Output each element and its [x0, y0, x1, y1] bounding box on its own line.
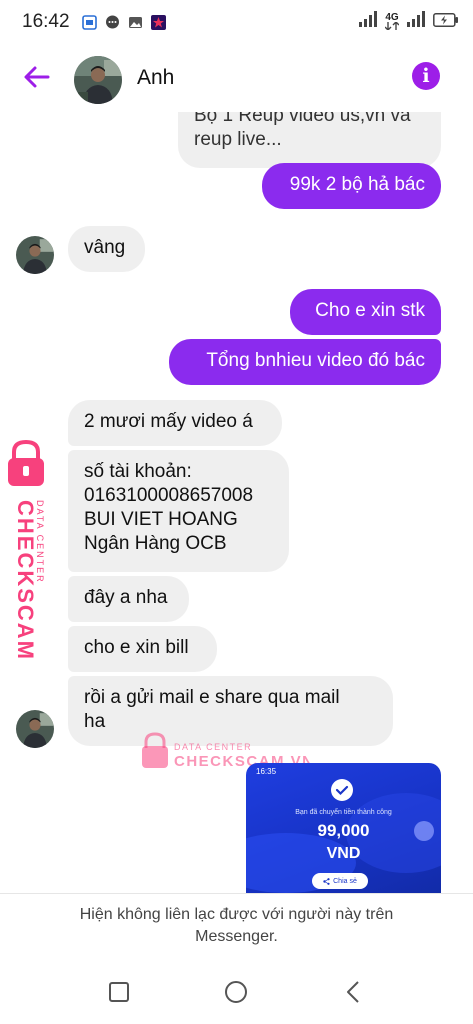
watermark-checkscam-text: CHECKSCAM.VN: [13, 500, 38, 660]
message-bubble-incoming[interactable]: đây a nha: [68, 576, 189, 622]
message-text: vâng: [84, 237, 126, 258]
app-notification-icon: [81, 14, 97, 30]
success-check-icon: [331, 779, 353, 801]
message-text: đây a nha: [84, 587, 168, 608]
receipt-amount: 99,000: [317, 821, 370, 840]
network-indicator: 4G: [384, 12, 400, 32]
gallery-notification-icon: [128, 15, 143, 30]
watermark-datacenter-text: DATA CENTER: [174, 742, 252, 752]
message-bubble-outgoing[interactable]: Cho e xin stk: [290, 289, 441, 335]
message-text-line: rồi a gửi mail e share qua mail: [84, 687, 340, 708]
message-text-line: Ngân Hàng OCB: [84, 533, 227, 554]
star-app-icon: [150, 14, 166, 30]
conversation-header: Anh i: [0, 44, 473, 112]
signal-2-icon: [407, 11, 425, 33]
message-text: Tổng bnhieu video đó bác: [206, 350, 425, 371]
status-time: 16:42: [22, 11, 70, 32]
system-navigation-bar: [0, 960, 473, 1024]
message-text: 2 mươi mấy video á: [84, 411, 253, 432]
status-bar: 16:42 4G: [0, 0, 473, 44]
signal-icon: [359, 11, 377, 33]
message-bubble-incoming[interactable]: số tài khoản: 0163100008657008 BUI VIET …: [68, 450, 289, 572]
watermark-datacenter-text: DATA CENTER: [35, 500, 45, 584]
receipt-image[interactable]: 16:35 Bạn đã chuyển tiền thành công 99,0…: [246, 763, 441, 893]
info-icon[interactable]: i: [412, 62, 440, 90]
home-icon[interactable]: [224, 980, 248, 1004]
unavailable-notice-text: Hiện không liên lạc được với người này t…: [79, 905, 394, 945]
message-bubble-outgoing[interactable]: Tổng bnhieu video đó bác: [169, 339, 441, 385]
message-text: cho e xin bill: [84, 637, 189, 658]
message-bubble-outgoing[interactable]: 99k 2 bộ hả bác: [262, 163, 441, 209]
message-bubble-incoming[interactable]: Bộ 1 Reup video us,vn và reup live...: [178, 112, 441, 168]
sender-avatar[interactable]: [16, 236, 54, 274]
contact-avatar[interactable]: [74, 56, 122, 104]
message-text: Cho e xin stk: [315, 300, 425, 321]
back-nav-icon[interactable]: [342, 980, 366, 1004]
back-arrow-icon[interactable]: [22, 62, 52, 92]
message-text-line: BUI VIET HOANG: [84, 509, 238, 530]
messenger-notification-icon: [105, 15, 120, 30]
message-bubble-incoming[interactable]: cho e xin bill: [68, 626, 217, 672]
recent-apps-icon[interactable]: [107, 980, 131, 1004]
receipt-share-button: Chia sẻ: [312, 873, 368, 889]
message-text-line: số tài khoản:: [84, 461, 192, 482]
battery-icon: [433, 11, 459, 33]
unavailable-notice: Hiện không liên lạc được với người này t…: [0, 893, 473, 957]
share-icon: [323, 877, 330, 885]
receipt-status-time: 16:35: [256, 767, 277, 776]
checkscam-watermark: CHECKSCAM.VN DATA CENTER: [4, 439, 50, 704]
message-bubble-incoming[interactable]: vâng: [68, 226, 145, 272]
message-text-line: ha: [84, 711, 106, 732]
message-text: 99k 2 bộ hả bác: [289, 174, 425, 195]
receipt-currency: VND: [326, 845, 361, 862]
message-text: Bộ 1 Reup video us,vn và reup live...: [194, 112, 411, 150]
message-bubble-incoming[interactable]: 2 mươi mấy video á: [68, 400, 282, 446]
message-text-line: 0163100008657008: [84, 485, 254, 506]
receipt-subtitle: Bạn đã chuyển tiền thành công: [295, 809, 392, 816]
contact-name[interactable]: Anh: [137, 66, 174, 90]
sender-avatar[interactable]: [16, 710, 54, 748]
